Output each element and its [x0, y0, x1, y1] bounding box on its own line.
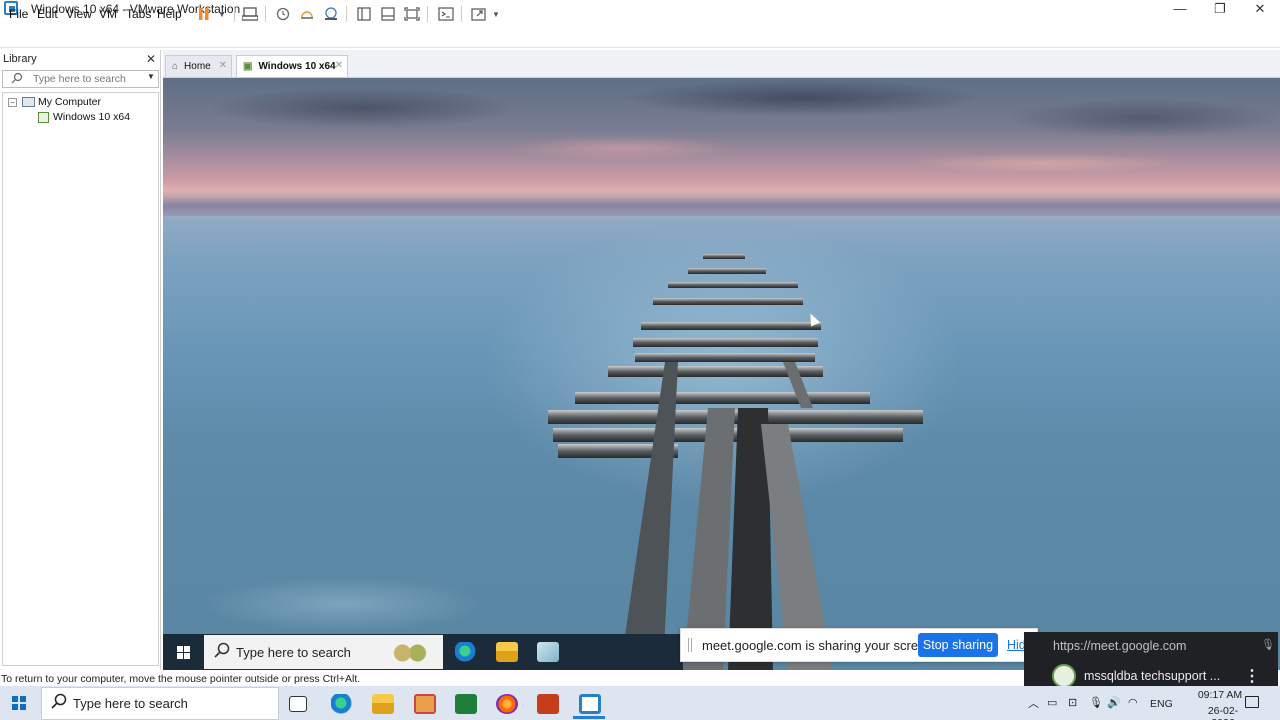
guest-app-icon[interactable] [537, 642, 559, 662]
guest-windows-start-icon[interactable] [177, 646, 190, 659]
menu-edit[interactable]: Edit [37, 7, 58, 21]
avatar [1052, 664, 1076, 688]
windows-start-icon[interactable] [12, 696, 26, 710]
home-icon: ⌂ [172, 61, 179, 72]
menu-bar [0, 20, 1280, 48]
guest-edge-icon[interactable] [455, 642, 477, 662]
maximize-button[interactable]: ❐ [1200, 0, 1240, 18]
toolbar-separator [461, 6, 462, 22]
menu-vm[interactable]: VM [99, 7, 117, 21]
vm-console-screen[interactable] [163, 78, 1280, 670]
toolbar-separator [346, 6, 347, 22]
network-adapter-icon[interactable]: ⊡ [1068, 696, 1077, 709]
mic-icon[interactable]: 🎙 [1261, 638, 1275, 651]
guest-search-placeholder: Type here to search [236, 645, 351, 660]
toolbar-separator [234, 6, 235, 22]
clock-date[interactable]: 26-02-2026 [1197, 705, 1249, 720]
screen-share-message: meet.google.com is sharing your screen. [702, 638, 937, 653]
console-icon[interactable] [436, 4, 456, 24]
powerpoint-icon[interactable] [537, 694, 559, 714]
clock-time[interactable]: 09:17 AM [1197, 689, 1243, 701]
tab-windows-10[interactable]: ▣ Windows 10 x64 ✕ [236, 55, 348, 77]
library-close-icon[interactable]: ✕ [146, 52, 156, 66]
vm-running-icon [38, 112, 49, 123]
vm-tab-icon: ▣ [243, 61, 253, 72]
toolbar-separator [427, 6, 428, 22]
mic-icon[interactable]: 🎙 [1089, 696, 1103, 709]
wallpaper-pier [548, 254, 923, 670]
tree-item-my-computer[interactable]: My Computer [38, 96, 101, 108]
tree-collapse-icon[interactable]: − [8, 98, 17, 107]
volume-icon[interactable]: 🔊 [1107, 696, 1121, 709]
tab-windows-10-label: Windows 10 x64 [258, 61, 336, 72]
meet-participant-name: mssqldba techsupport ... [1084, 669, 1221, 683]
active-app-indicator [573, 716, 605, 719]
file-explorer-icon[interactable] [372, 694, 394, 714]
guest-file-explorer-icon[interactable] [496, 642, 518, 662]
tab-windows-10-close-icon[interactable]: ✕ [335, 60, 343, 71]
pause-dropdown-icon[interactable]: ▼ [212, 4, 232, 24]
search-icon [51, 693, 67, 713]
library-toggle-icon[interactable] [354, 4, 374, 24]
firefox-icon[interactable] [496, 694, 518, 714]
search-icon [214, 642, 230, 662]
media-app-icon[interactable] [414, 694, 436, 714]
language-indicator[interactable]: ENG [1150, 698, 1173, 710]
stretch-dropdown-icon[interactable]: ▼ [486, 4, 506, 24]
revert-icon[interactable] [297, 4, 317, 24]
minimize-button[interactable]: — [1160, 0, 1200, 18]
menu-file[interactable]: File [9, 7, 28, 21]
chevron-up-icon[interactable]: ︿ [1028, 695, 1039, 711]
stop-sharing-button[interactable]: Stop sharing [918, 633, 998, 657]
computer-icon [22, 97, 35, 107]
notification-icon[interactable] [1245, 696, 1259, 708]
library-search-dropdown-icon[interactable]: ▼ [147, 72, 155, 81]
thumbnail-bar-icon[interactable] [378, 4, 398, 24]
tab-home-close-icon[interactable]: ✕ [219, 60, 227, 71]
host-search-placeholder: Type here to search [73, 696, 188, 711]
library-search-placeholder: Type here to search [33, 73, 126, 85]
more-options-icon[interactable]: ⋮ [1244, 666, 1260, 686]
send-ctrl-alt-del-icon[interactable] [240, 4, 260, 24]
vmware-icon[interactable] [579, 694, 601, 714]
close-button[interactable]: ✕ [1240, 0, 1280, 18]
tab-home-label: Home [184, 61, 211, 72]
drag-handle-icon[interactable] [688, 638, 692, 652]
search-icon [11, 72, 23, 87]
library-tree [2, 92, 159, 666]
menu-tabs[interactable]: Tabs [126, 7, 151, 21]
task-view-icon[interactable] [289, 696, 307, 712]
search-highlight-image [385, 641, 435, 665]
pause-icon[interactable] [194, 4, 214, 24]
toolbar-separator [265, 6, 266, 22]
green-app-icon[interactable] [455, 694, 477, 714]
edge-icon[interactable] [331, 694, 353, 714]
menu-view[interactable]: View [66, 7, 92, 21]
library-header: Library [3, 53, 37, 65]
status-text: To return to your computer, move the mou… [1, 673, 361, 685]
fullscreen-icon[interactable] [402, 4, 422, 24]
meet-url: https://meet.google.com [1053, 639, 1187, 653]
tab-home[interactable]: ⌂ Home ✕ [165, 55, 232, 77]
snapshot-icon[interactable] [273, 4, 293, 24]
manage-snapshot-icon[interactable] [321, 4, 341, 24]
menu-help[interactable]: Help [157, 7, 182, 21]
battery-icon[interactable]: ▭ [1047, 696, 1057, 709]
wifi-icon[interactable]: ◠ [1128, 696, 1138, 709]
tree-item-windows-10[interactable]: Windows 10 x64 [53, 111, 130, 123]
